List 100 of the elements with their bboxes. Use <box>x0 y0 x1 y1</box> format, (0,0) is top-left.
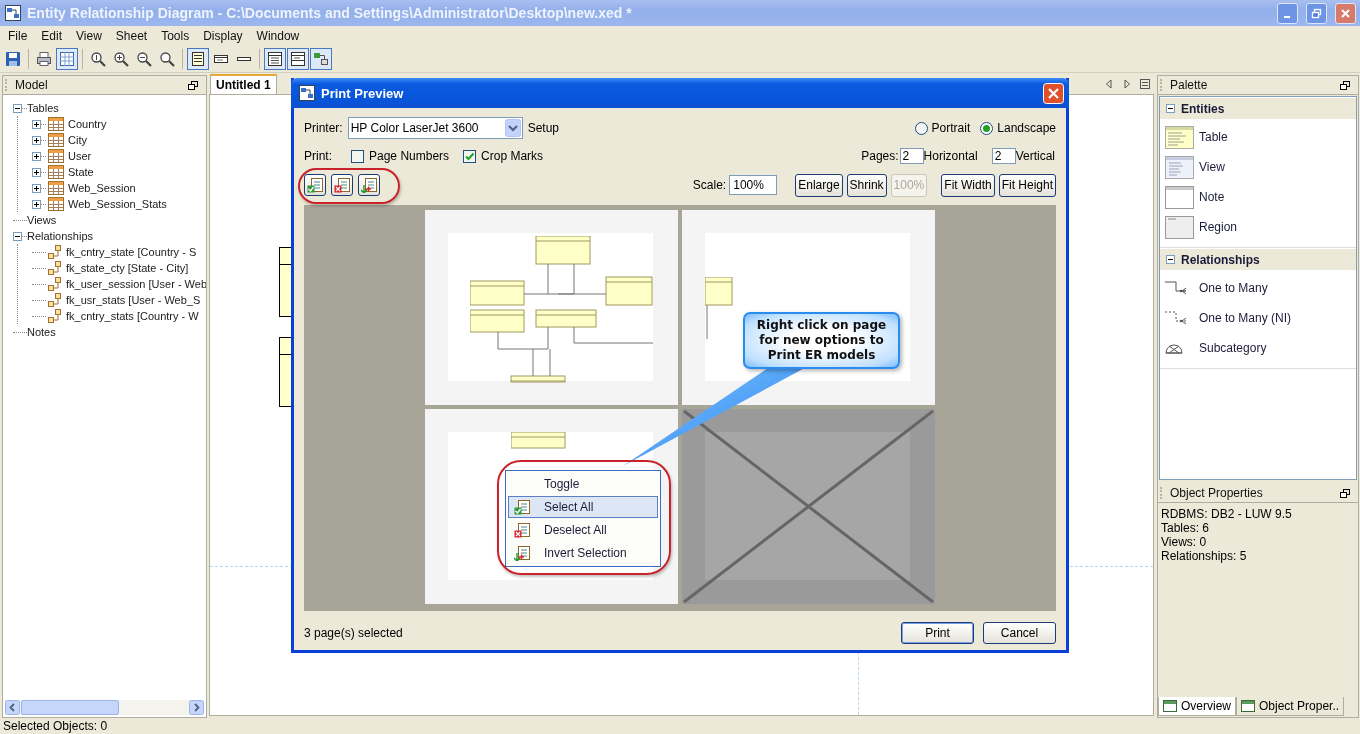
pages-field[interactable]: 2 <box>991 148 1016 164</box>
note-icon <box>1165 185 1194 209</box>
tree-item[interactable]: Tables <box>27 102 59 114</box>
expand-toggle[interactable] <box>32 183 41 193</box>
menu-item[interactable]: Select All <box>508 496 658 518</box>
pages-field[interactable]: 2 <box>899 148 924 164</box>
close-button[interactable] <box>1335 2 1356 24</box>
collapse-toggle[interactable] <box>13 103 22 113</box>
restore-button[interactable] <box>1306 2 1327 24</box>
tree-item[interactable]: fk_state_cty [State - City] <box>66 262 189 274</box>
palette-item[interactable]: Table <box>1199 130 1228 144</box>
subcategory-icon <box>1165 342 1183 354</box>
zoom-button[interactable]: Enlarge <box>795 173 843 197</box>
dialog-button[interactable]: Print <box>901 622 974 644</box>
restore-icon[interactable] <box>1340 488 1350 498</box>
toolbar-button[interactable] <box>304 174 326 196</box>
toolbar-button[interactable] <box>331 174 353 196</box>
menu-item[interactable]: Deselect All <box>508 519 658 541</box>
checkbox-option[interactable]: Page Numbers <box>351 149 450 163</box>
palette-item[interactable]: View <box>1199 160 1225 174</box>
print-page[interactable]: Toggle Select All Deselect All Invert Selection <box>425 409 678 604</box>
tree-item[interactable]: fk_usr_stats [User - Web_S <box>66 294 201 306</box>
printer-dropdown[interactable]: HP Color LaserJet 3600 <box>347 117 523 139</box>
menu-item[interactable]: File <box>1 29 35 43</box>
zoom-button[interactable]: Fit Width <box>941 173 995 197</box>
toolbar-button[interactable] <box>310 48 332 70</box>
menu-item[interactable]: Edit <box>34 29 70 43</box>
expand-toggle[interactable] <box>32 167 41 177</box>
menu-item[interactable]: Tools <box>154 29 197 43</box>
panel-title: Palette <box>1170 78 1208 92</box>
horizontal-scrollbar[interactable] <box>5 700 204 715</box>
scale-field[interactable]: 100% <box>729 175 778 195</box>
collapse-toggle[interactable] <box>13 231 22 241</box>
dialog-title: Print Preview <box>321 85 404 101</box>
zoom-button[interactable]: Fit Height <box>998 173 1056 197</box>
menu-item[interactable]: Display <box>196 29 250 43</box>
property-text: Tables: 6 <box>1161 521 1211 535</box>
tree-item[interactable]: Web_Session <box>68 182 136 194</box>
grid-icon <box>59 51 75 67</box>
restore-icon[interactable] <box>188 80 198 90</box>
expand-toggle[interactable] <box>32 135 41 145</box>
tree-item[interactable]: City <box>68 134 87 146</box>
tree-item[interactable]: Relationships <box>27 230 94 242</box>
tree-item[interactable]: State <box>68 166 94 178</box>
palette-item[interactable]: One to Many <box>1199 281 1268 295</box>
relationship-icon <box>48 277 62 291</box>
dialog-button[interactable]: Cancel <box>983 622 1056 644</box>
tree-item[interactable]: Views <box>27 214 57 226</box>
window-icon <box>290 51 306 67</box>
zoom-button[interactable]: Shrink <box>846 173 887 197</box>
toolbar-button[interactable] <box>287 48 309 70</box>
toolbar-button[interactable] <box>264 48 286 70</box>
panel-tab[interactable]: Overview <box>1158 697 1236 716</box>
radio-label[interactable]: Portrait <box>931 121 971 135</box>
scroll-right-icon[interactable] <box>1122 79 1132 89</box>
minimize-button[interactable] <box>1277 2 1298 24</box>
palette-item[interactable]: Region <box>1199 220 1238 234</box>
tab-list-icon[interactable] <box>1140 79 1150 89</box>
radio-label[interactable]: Landscape <box>997 121 1056 135</box>
property-text: RDBMS: DB2 - LUW 9.5 <box>1161 507 1293 521</box>
menu-item[interactable]: View <box>69 29 109 43</box>
toolbar-button[interactable] <box>187 48 209 70</box>
tree-item[interactable]: fk_cntry_state [Country - S <box>66 246 197 258</box>
setup-link[interactable]: Setup <box>527 121 560 135</box>
editor-tab[interactable]: Untitled 1 <box>210 74 277 94</box>
tree-item[interactable]: User <box>68 150 92 162</box>
tree-item[interactable]: fk_cntry_stats [Country - W <box>66 310 199 322</box>
scroll-left-icon[interactable] <box>1104 79 1114 89</box>
tree-item[interactable]: Country <box>68 118 107 130</box>
palette-item[interactable]: One to Many (NI) <box>1199 311 1292 325</box>
tree-item[interactable]: Notes <box>27 326 56 338</box>
collapse-toggle[interactable] <box>1166 255 1175 264</box>
menu-item[interactable]: Toggle <box>508 473 658 495</box>
field-label: Scale: <box>692 178 727 192</box>
scroll-thumb[interactable] <box>21 700 119 715</box>
palette-item[interactable]: Subcategory <box>1199 341 1267 355</box>
checkbox-option[interactable]: Crop Marks <box>463 149 544 163</box>
window-icon <box>1163 700 1177 712</box>
printer-icon <box>36 51 52 67</box>
expand-toggle[interactable] <box>32 119 41 129</box>
radio-button[interactable] <box>914 121 928 135</box>
diagram-thumbnail-drawing <box>705 277 733 340</box>
toolbar-button[interactable] <box>358 174 380 196</box>
menu-item[interactable]: Invert Selection <box>508 542 658 564</box>
toolbar-button[interactable] <box>56 48 78 70</box>
tree-item[interactable]: Web_Session_Stats <box>68 198 167 210</box>
table-thumbnail-icon <box>1165 125 1194 149</box>
expand-toggle[interactable] <box>32 199 41 209</box>
restore-icon[interactable] <box>1340 80 1350 90</box>
tree-item[interactable]: fk_user_session [User - Web <box>66 278 206 290</box>
menu-item[interactable]: Sheet <box>108 29 155 43</box>
expand-toggle[interactable] <box>32 151 41 161</box>
panel-title: Model <box>15 78 48 92</box>
callout-box: Right click on page for new options to Print ER models <box>743 312 900 369</box>
palette-item[interactable]: Note <box>1199 190 1225 204</box>
relationship-icon <box>48 293 62 307</box>
menu-item[interactable]: Window <box>249 29 307 43</box>
collapse-toggle[interactable] <box>1166 104 1175 113</box>
radio-button[interactable] <box>980 121 994 135</box>
panel-tab[interactable]: Object Proper.. <box>1236 697 1345 716</box>
